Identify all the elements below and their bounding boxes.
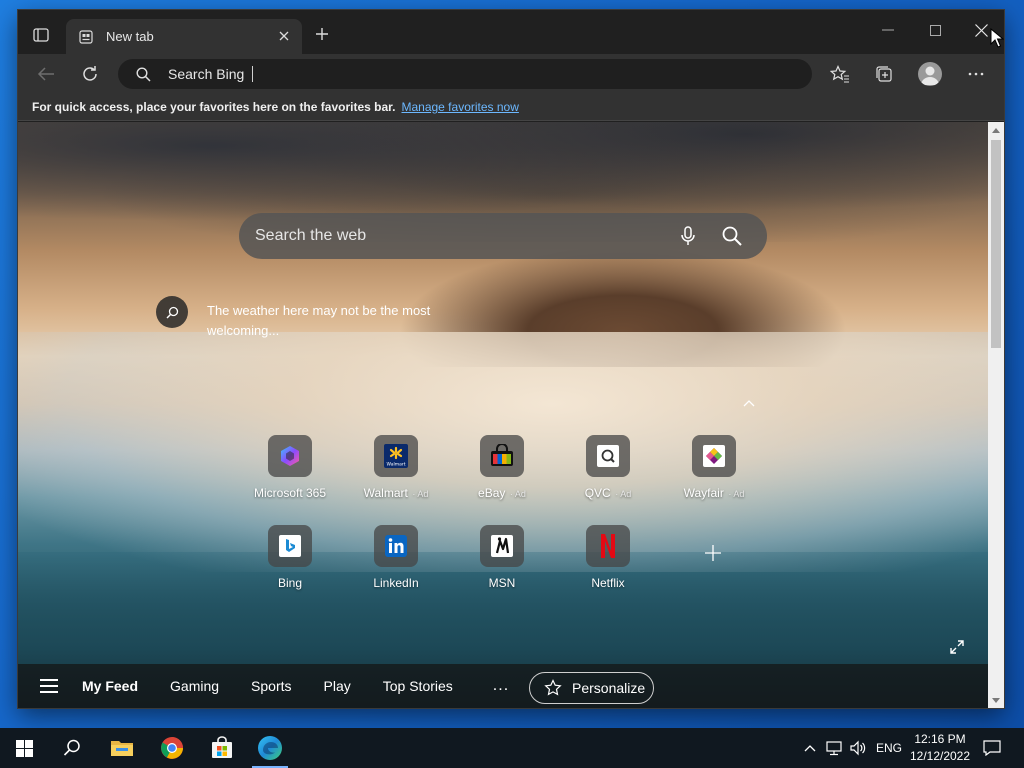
tab-new-tab[interactable]: New tab — [66, 19, 302, 54]
new-tab-page: Search the web The weather here may not … — [18, 122, 988, 708]
scrollbar-thumb[interactable] — [991, 140, 1001, 348]
web-search-placeholder: Search the web — [255, 227, 367, 244]
feed-tab-top-stories[interactable]: Top Stories — [383, 678, 453, 694]
browser-window: New tab Search Bing For quick access, pl… — [18, 10, 1004, 708]
volume-icon[interactable] — [846, 728, 870, 768]
tile-label: Netflix — [591, 576, 625, 590]
ad-badge: · Ad — [409, 489, 429, 499]
manage-favorites-link[interactable]: Manage favorites now — [401, 100, 518, 114]
tab-actions-menu-icon[interactable] — [30, 24, 52, 46]
quick-link-tile[interactable]: Netflix — [558, 525, 658, 590]
personalize-button[interactable]: Personalize — [529, 672, 654, 704]
expand-icon[interactable] — [948, 638, 966, 656]
scroll-down-arrow-icon[interactable] — [988, 692, 1004, 708]
collections-icon[interactable] — [870, 60, 898, 88]
notification-center-icon[interactable] — [978, 728, 1006, 768]
tile-label: Wayfair · Ad — [683, 486, 745, 500]
quick-link-tile[interactable]: Microsoft 365 — [240, 435, 340, 500]
address-bar-text: Search Bing — [168, 66, 245, 82]
new-tab-button[interactable] — [312, 24, 332, 44]
microphone-icon[interactable] — [677, 225, 699, 247]
linkedin-icon — [374, 525, 418, 567]
ad-badge: · Ad — [507, 489, 526, 499]
file-explorer-icon[interactable] — [98, 728, 146, 768]
close-window-icon[interactable] — [971, 20, 991, 40]
feed-tab-gaming[interactable]: Gaming — [170, 678, 219, 694]
hamburger-menu-icon[interactable] — [40, 679, 58, 693]
tile-label: Microsoft 365 — [253, 486, 327, 500]
wayfair-icon — [692, 435, 736, 477]
back-arrow-icon[interactable] — [32, 60, 60, 88]
quick-link-tile[interactable]: Wayfair · Ad — [664, 435, 764, 500]
chevron-up-icon[interactable] — [740, 394, 758, 412]
tile-label: Walmart · Ad — [363, 486, 429, 500]
tab-title: New tab — [106, 29, 154, 44]
walmart-icon: Walmart — [374, 435, 418, 477]
quick-link-tile[interactable]: QVC · Ad — [558, 435, 658, 500]
new-tab-favicon-icon — [78, 29, 94, 45]
feed-tab-my-feed[interactable]: My Feed — [82, 678, 138, 694]
chrome-icon[interactable] — [148, 728, 196, 768]
msn-icon — [480, 525, 524, 567]
search-bubble-icon — [156, 296, 188, 328]
text-caret — [252, 66, 254, 82]
weather-tip-text: The weather here may not be the most wel… — [207, 303, 431, 338]
search-icon — [134, 65, 152, 83]
quick-link-tile[interactable]: eBay · Ad — [452, 435, 552, 500]
profile-avatar[interactable] — [918, 62, 942, 86]
ad-badge: · Ad — [725, 489, 745, 499]
tile-label: QVC · Ad — [584, 486, 632, 500]
quick-link-tile[interactable]: MSN — [452, 525, 552, 590]
add-site-plus-icon[interactable] — [702, 542, 724, 564]
refresh-icon[interactable] — [76, 60, 104, 88]
quick-link-tile[interactable]: Bing — [240, 525, 340, 590]
quick-link-tile[interactable]: LinkedIn — [346, 525, 446, 590]
microsoft-365-icon — [268, 435, 312, 477]
show-hidden-icons-chevron-icon[interactable] — [800, 728, 820, 768]
ebay-icon — [480, 435, 524, 477]
maximize-icon[interactable] — [925, 20, 945, 40]
walmart-logo-text: Walmart — [387, 462, 406, 468]
personalize-label: Personalize — [572, 680, 646, 696]
web-search-box[interactable]: Search the web — [239, 213, 767, 259]
taskbar-clock[interactable]: 12:16 PM 12/12/2022 — [900, 731, 980, 765]
favorites-bar: For quick access, place your favorites h… — [18, 94, 1004, 121]
network-icon[interactable] — [822, 728, 846, 768]
feed-tab-play[interactable]: Play — [324, 678, 351, 694]
tab-strip: New tab — [18, 10, 1004, 54]
search-icon[interactable] — [721, 225, 743, 247]
address-bar[interactable]: Search Bing — [118, 59, 812, 89]
microsoft-store-icon[interactable] — [198, 728, 246, 768]
qvc-icon — [586, 435, 630, 477]
more-options-icon[interactable] — [962, 60, 990, 88]
tile-label: Bing — [277, 576, 303, 590]
ad-badge: · Ad — [612, 489, 632, 499]
tile-label: LinkedIn — [373, 576, 419, 590]
favorites-bar-message: For quick access, place your favorites h… — [32, 100, 396, 114]
tile-label: eBay · Ad — [478, 486, 526, 500]
quick-link-tile[interactable]: Walmart Walmart · Ad — [346, 435, 446, 500]
mouse-cursor-icon — [990, 28, 1004, 48]
minimize-icon[interactable] — [878, 20, 898, 40]
favorites-star-icon[interactable] — [826, 60, 854, 88]
netflix-icon — [586, 525, 630, 567]
taskbar-search-icon[interactable] — [48, 728, 96, 768]
feed-more-button[interactable]: ... — [493, 677, 509, 695]
bing-icon — [268, 525, 312, 567]
edge-icon[interactable] — [246, 728, 294, 768]
personalize-star-icon — [544, 679, 562, 697]
clock-date: 12/12/2022 — [909, 749, 971, 763]
close-tab-icon[interactable] — [276, 28, 292, 44]
input-language-indicator[interactable]: ENG — [876, 741, 902, 755]
start-windows-icon[interactable] — [0, 728, 48, 768]
clock-time: 12:16 PM — [914, 732, 966, 746]
page-scrollbar[interactable] — [988, 122, 1004, 708]
browser-toolbar: Search Bing — [18, 54, 1004, 94]
feed-tab-sports[interactable]: Sports — [251, 678, 291, 694]
scroll-up-arrow-icon[interactable] — [988, 122, 1004, 138]
feed-navigation-bar: My Feed Gaming Sports Play Top Stories .… — [18, 664, 988, 708]
taskbar: ENG 12:16 PM 12/12/2022 — [0, 728, 1024, 768]
tile-label: MSN — [488, 576, 516, 590]
